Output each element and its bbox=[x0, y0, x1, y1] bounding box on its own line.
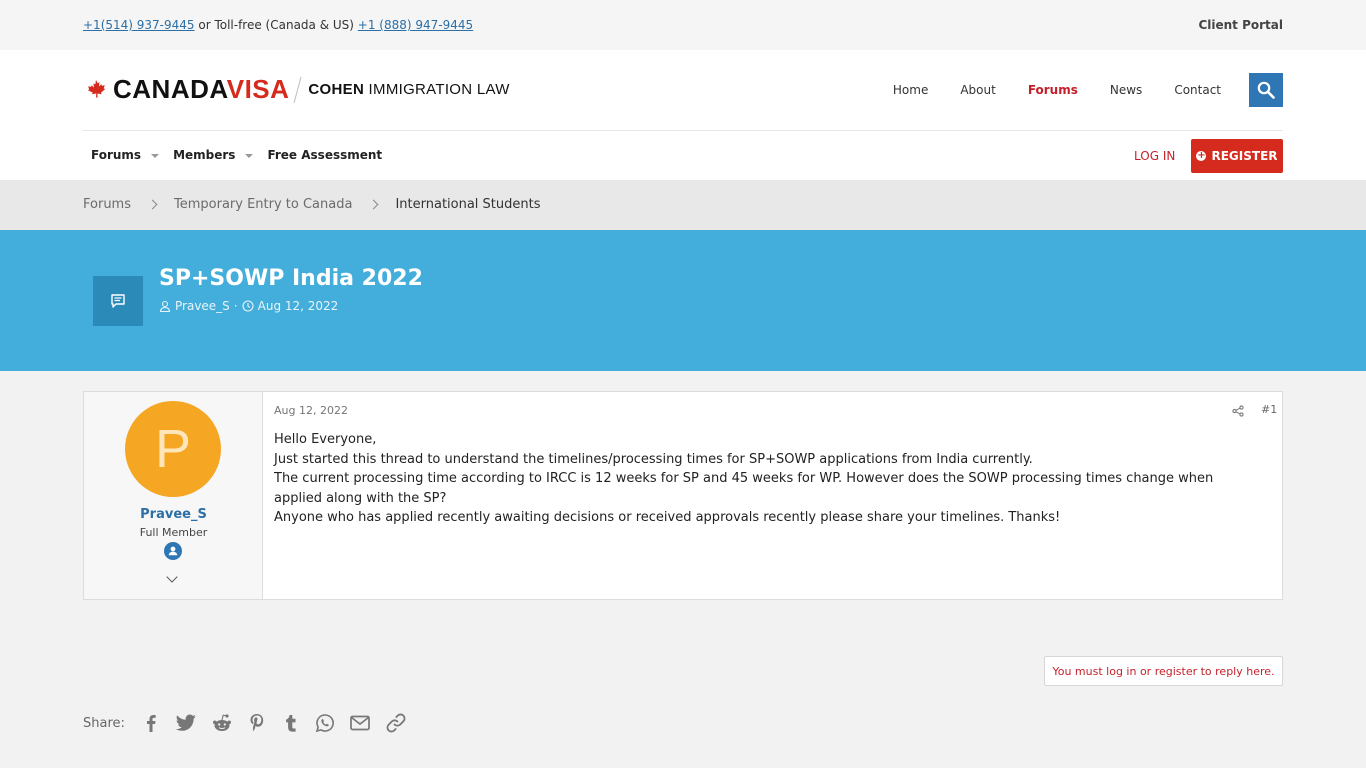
pinterest-icon bbox=[250, 714, 264, 731]
thread-date-link[interactable]: Aug 12, 2022 bbox=[258, 299, 339, 313]
share-tumblr[interactable] bbox=[281, 713, 301, 733]
login-to-reply-button[interactable]: You must log in or register to reply her… bbox=[1044, 656, 1283, 686]
nav-about[interactable]: About bbox=[960, 83, 995, 97]
site-logo[interactable]: CANADAVISA COHEN IMMIGRATION LAW bbox=[85, 74, 510, 105]
tumblr-icon bbox=[286, 715, 296, 732]
maple-leaf-icon bbox=[87, 79, 106, 98]
post-line: Anyone who has applied recently awaiting… bbox=[274, 510, 1061, 525]
brand-canada: CANADA bbox=[113, 74, 227, 104]
brand-name: CANADAVISA bbox=[113, 74, 289, 105]
post-user-panel: P Pravee_S Full Member bbox=[84, 392, 263, 599]
post-message: P Pravee_S Full Member Aug 12, 2022 #1 H… bbox=[83, 391, 1283, 600]
thread-meta: Pravee_S · Aug 12, 2022 bbox=[159, 299, 338, 313]
nav-news[interactable]: News bbox=[1110, 83, 1142, 97]
user-icon bbox=[159, 300, 171, 312]
share-email[interactable] bbox=[349, 713, 371, 733]
nav-forums[interactable]: Forums bbox=[1028, 83, 1078, 97]
forum-sub-nav: Forums Members Free Assessment bbox=[91, 148, 382, 162]
share-label: Share: bbox=[83, 715, 125, 731]
chevron-down-icon[interactable] bbox=[151, 153, 160, 158]
login-link[interactable]: LOG IN bbox=[1134, 149, 1175, 163]
clock-icon bbox=[242, 300, 254, 312]
post-body: Hello Everyone, Just started this thread… bbox=[274, 430, 1264, 528]
expand-user-info-icon[interactable] bbox=[166, 571, 178, 583]
user-title: Full Member bbox=[139, 526, 208, 539]
client-portal-link[interactable]: Client Portal bbox=[1198, 18, 1283, 32]
user-badge-icon bbox=[164, 542, 182, 560]
brand-visa: VISA bbox=[226, 74, 290, 104]
main-nav: Home About Forums News Contact bbox=[893, 83, 1221, 97]
share-pinterest[interactable] bbox=[247, 713, 267, 733]
cohen-bold: COHEN bbox=[308, 81, 365, 98]
breadcrumb-forums[interactable]: Forums bbox=[83, 197, 131, 212]
cohen-rest: IMMIGRATION LAW bbox=[364, 81, 510, 98]
phone-link-tollfree[interactable]: +1 (888) 947-9445 bbox=[358, 18, 473, 32]
share-whatsapp[interactable] bbox=[315, 713, 335, 733]
thread-header-banner: SP+SOWP India 2022 Pravee_S · Aug 12, 20… bbox=[0, 230, 1366, 371]
chevron-right-icon bbox=[147, 199, 158, 210]
post-date[interactable]: Aug 12, 2022 bbox=[274, 404, 348, 417]
breadcrumb-international-students[interactable]: International Students bbox=[395, 197, 540, 212]
breadcrumb-bar: Forums Temporary Entry to Canada Interna… bbox=[0, 180, 1366, 230]
site-header: CANADAVISA COHEN IMMIGRATION LAW Home Ab… bbox=[0, 50, 1366, 180]
share-facebook[interactable] bbox=[141, 713, 161, 733]
phone-separator-text: or Toll-free (Canada & US) bbox=[194, 18, 358, 32]
nav-home[interactable]: Home bbox=[893, 83, 928, 97]
share-twitter[interactable] bbox=[175, 713, 197, 733]
chevron-right-icon bbox=[369, 199, 379, 210]
thread-icon bbox=[93, 276, 143, 326]
plus-circle-icon: + bbox=[1196, 150, 1207, 161]
nav-contact[interactable]: Contact bbox=[1174, 83, 1221, 97]
avatar[interactable]: P bbox=[125, 401, 221, 497]
thread-title: SP+SOWP India 2022 bbox=[159, 266, 423, 291]
subnav-forums-label: Forums bbox=[91, 148, 142, 162]
post-username[interactable]: Pravee_S bbox=[84, 507, 263, 522]
phone-link-local[interactable]: +1(514) 937-9445 bbox=[83, 18, 195, 32]
post-line: Hello Everyone, bbox=[274, 432, 377, 447]
meta-separator: · bbox=[233, 299, 238, 313]
post-line: The current processing time according to… bbox=[274, 471, 1214, 506]
twitter-icon bbox=[175, 714, 196, 731]
link-icon bbox=[386, 713, 406, 733]
search-button[interactable] bbox=[1249, 73, 1283, 107]
comment-icon bbox=[111, 294, 125, 308]
subnav-members-label: Members bbox=[173, 148, 236, 162]
header-divider bbox=[83, 130, 1283, 131]
badge-person-icon bbox=[168, 546, 178, 556]
phone-numbers: +1(514) 937-9445 or Toll-free (Canada & … bbox=[83, 18, 473, 32]
breadcrumb-temporary-entry[interactable]: Temporary Entry to Canada bbox=[174, 197, 352, 212]
register-button[interactable]: + REGISTER bbox=[1191, 139, 1283, 173]
logo-divider bbox=[293, 76, 302, 103]
chevron-down-icon[interactable] bbox=[245, 153, 254, 158]
share-bar: Share: bbox=[83, 712, 407, 734]
register-label: REGISTER bbox=[1211, 149, 1278, 163]
search-icon bbox=[1257, 81, 1275, 99]
cohen-law-name: COHEN IMMIGRATION LAW bbox=[308, 81, 509, 98]
reddit-icon bbox=[212, 714, 231, 731]
email-icon bbox=[350, 715, 370, 731]
whatsapp-icon bbox=[315, 714, 334, 733]
share-reddit[interactable] bbox=[211, 713, 233, 733]
share-post-button[interactable] bbox=[1232, 402, 1244, 421]
post-line: Just started this thread to understand t… bbox=[274, 451, 1033, 467]
top-bar: +1(514) 937-9445 or Toll-free (Canada & … bbox=[0, 0, 1366, 50]
subnav-members[interactable]: Members bbox=[173, 148, 254, 162]
subnav-forums[interactable]: Forums bbox=[91, 148, 160, 162]
subnav-free-assessment[interactable]: Free Assessment bbox=[267, 148, 382, 162]
share-icon bbox=[1232, 405, 1244, 417]
post-number[interactable]: #1 bbox=[1261, 403, 1277, 416]
thread-author-link[interactable]: Pravee_S bbox=[175, 299, 230, 313]
breadcrumb: Forums Temporary Entry to Canada Interna… bbox=[83, 197, 541, 212]
facebook-icon bbox=[146, 715, 156, 732]
share-link[interactable] bbox=[385, 712, 407, 734]
